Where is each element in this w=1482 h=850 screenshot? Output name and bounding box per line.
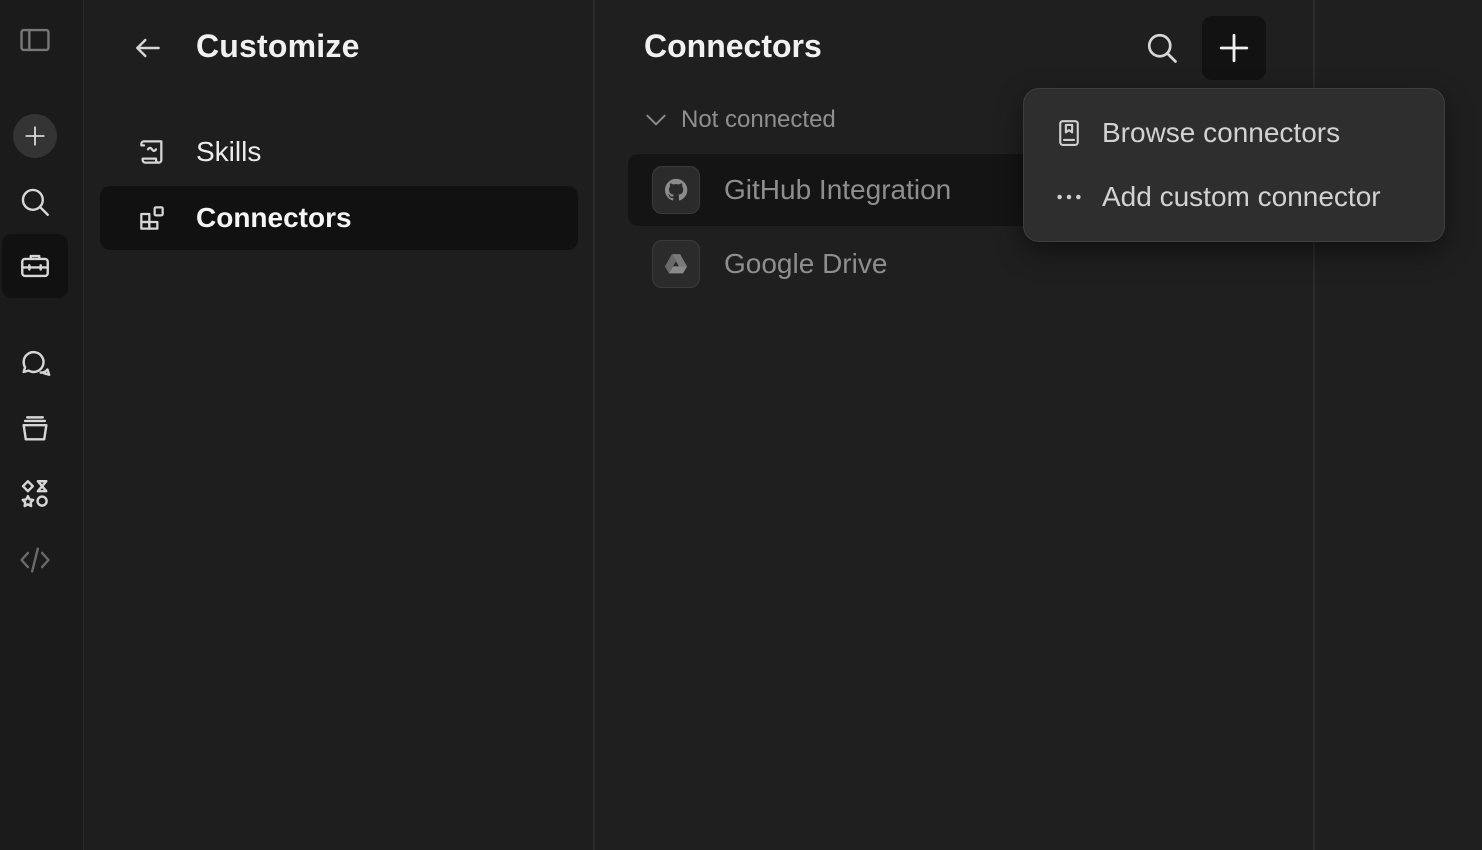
nav-item-connectors[interactable]: Connectors <box>100 186 578 250</box>
customize-panel: Customize Skills Connectors <box>84 0 595 850</box>
search-icon <box>1147 33 1177 63</box>
sidebar-toggle-icon <box>20 28 50 52</box>
plus-icon <box>25 126 45 146</box>
more-horizontal-icon <box>1052 180 1086 214</box>
menu-item-add-custom-connector[interactable]: Add custom connector <box>1036 169 1432 225</box>
arrow-left-icon <box>136 38 160 58</box>
stack-icon <box>22 416 48 441</box>
shapes-icon <box>21 480 48 508</box>
search-connectors-button[interactable] <box>1138 24 1186 72</box>
back-button[interactable] <box>128 28 168 68</box>
new-chat-button[interactable] <box>2 104 68 168</box>
menu-item-label: Browse connectors <box>1102 117 1341 148</box>
code-button[interactable] <box>2 528 68 592</box>
page-title: Customize <box>196 28 360 64</box>
not-connected-section-toggle[interactable]: Not connected <box>643 100 836 140</box>
artifacts-button[interactable] <box>2 462 68 526</box>
connector-name: GitHub Integration <box>724 174 952 205</box>
blocks-icon <box>134 200 170 236</box>
scroll-icon <box>134 134 170 170</box>
sidebar-toggle-button[interactable] <box>2 8 68 72</box>
search-icon <box>21 188 49 216</box>
book-icon <box>1052 116 1086 150</box>
connectors-title: Connectors <box>644 28 822 64</box>
nav-item-skills[interactable]: Skills <box>100 120 578 184</box>
chat-bubbles-icon <box>22 350 51 376</box>
menu-item-browse-connectors[interactable]: Browse connectors <box>1036 105 1432 161</box>
search-button[interactable] <box>2 170 68 234</box>
connector-name: Google Drive <box>724 248 888 279</box>
section-label: Not connected <box>681 106 836 133</box>
add-connector-menu: Browse connectors Add custom connector <box>1023 88 1445 242</box>
github-icon <box>652 166 700 214</box>
chats-button[interactable] <box>2 330 68 394</box>
projects-button[interactable] <box>2 396 68 460</box>
icon-rail <box>0 0 84 850</box>
nav-item-label: Connectors <box>196 202 352 233</box>
code-icon <box>20 547 50 573</box>
chevron-down-icon <box>646 114 666 126</box>
plus-icon <box>1219 33 1249 63</box>
menu-item-label: Add custom connector <box>1102 181 1381 212</box>
customize-button[interactable] <box>2 234 68 298</box>
google-drive-icon <box>652 240 700 288</box>
nav-item-label: Skills <box>196 136 262 167</box>
toolbox-icon <box>21 254 49 278</box>
add-connector-button[interactable] <box>1202 16 1266 80</box>
